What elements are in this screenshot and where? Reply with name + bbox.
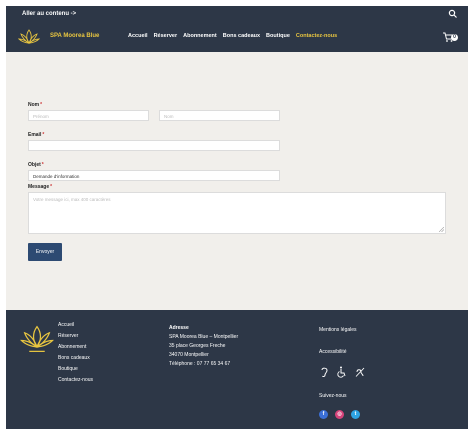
site-header: SPA Moorea Blue Accueil Réserver Abonnem…	[6, 22, 468, 52]
message-textarea[interactable]: Votre message ici, max 400 caractères	[28, 192, 446, 234]
footer-link-boutique[interactable]: Boutique	[58, 366, 93, 372]
last-name-field[interactable]: Nom	[159, 110, 280, 121]
name-label: Nom*	[28, 102, 43, 108]
nav-item-abonnement[interactable]: Abonnement	[183, 33, 217, 39]
email-field[interactable]	[28, 140, 280, 151]
footer-nav: Accueil Réserver Abonnement Bons cadeaux…	[58, 322, 93, 388]
footer-right-column: Mentions légales Accessibilité	[319, 327, 357, 355]
nav-item-boutique[interactable]: Boutique	[266, 33, 290, 39]
subject-label: Objet*	[28, 162, 44, 168]
footer-link-reserver[interactable]: Réserver	[58, 333, 93, 339]
footer-link-abonnement[interactable]: Abonnement	[58, 344, 93, 350]
no-sound-icon	[355, 367, 365, 377]
message-label: Message*	[28, 184, 53, 190]
footer-link-bons-cadeaux[interactable]: Bons cadeaux	[58, 355, 93, 361]
skip-to-content-link[interactable]: Aller au contenu ->	[22, 11, 76, 17]
contact-form-section: Nom* Prénom Nom Email* Objet* Demande d'…	[6, 52, 468, 310]
social-links: f ◎ t	[319, 410, 360, 419]
nav-item-accueil[interactable]: Accueil	[128, 33, 148, 39]
follow-label: Suivez-nous	[319, 393, 347, 399]
nav-item-reserver[interactable]: Réserver	[154, 33, 178, 39]
message-placeholder: Votre message ici, max 400 caractères	[33, 197, 111, 202]
cart-count-badge: 0	[451, 34, 458, 41]
footer-link-contactez-nous[interactable]: Contactez-nous	[58, 377, 93, 383]
twitter-icon[interactable]: t	[351, 410, 360, 419]
email-label: Email*	[28, 132, 45, 138]
first-name-field[interactable]: Prénom	[28, 110, 149, 121]
lotus-logo-icon[interactable]	[18, 26, 40, 48]
resize-handle-icon[interactable]	[439, 227, 444, 232]
address-line: 34070 Montpellier	[169, 352, 209, 358]
page: Aller au contenu -> SPA Moorea Blue Accu…	[6, 6, 468, 429]
address-line: SPA Moorea Blue – Montpellier	[169, 334, 239, 340]
search-icon[interactable]	[448, 9, 458, 19]
nav-item-bons-cadeaux[interactable]: Bons cadeaux	[223, 33, 260, 39]
footer-address: Adresse SPA Moorea Blue – Montpellier 35…	[169, 325, 238, 370]
hearing-icon	[321, 367, 328, 378]
site-footer: Accueil Réserver Abonnement Bons cadeaux…	[6, 310, 468, 429]
phone-line: Téléphone : 07 77 65 34 67	[169, 361, 231, 367]
wheelchair-icon	[337, 366, 346, 378]
accessibility-label: Accessibilité	[319, 349, 347, 355]
top-bar: Aller au contenu ->	[6, 6, 468, 22]
main-nav: Accueil Réserver Abonnement Bons cadeaux…	[128, 33, 337, 39]
brand-name[interactable]: SPA Moorea Blue	[50, 33, 99, 39]
legal-link[interactable]: Mentions légales	[319, 327, 357, 333]
nav-item-contactez-nous[interactable]: Contactez-nous	[296, 33, 337, 39]
lotus-logo-icon[interactable]	[20, 322, 54, 356]
address-title: Adresse	[169, 325, 189, 331]
accessibility-icons	[319, 366, 365, 378]
footer-link-accueil[interactable]: Accueil	[58, 322, 93, 328]
instagram-icon[interactable]: ◎	[335, 410, 344, 419]
submit-button[interactable]: Envoyer	[28, 243, 62, 261]
subject-select[interactable]: Demande d'information	[28, 170, 280, 181]
facebook-icon[interactable]: f	[319, 410, 328, 419]
address-line: 35 place Georges Freche	[169, 343, 226, 349]
